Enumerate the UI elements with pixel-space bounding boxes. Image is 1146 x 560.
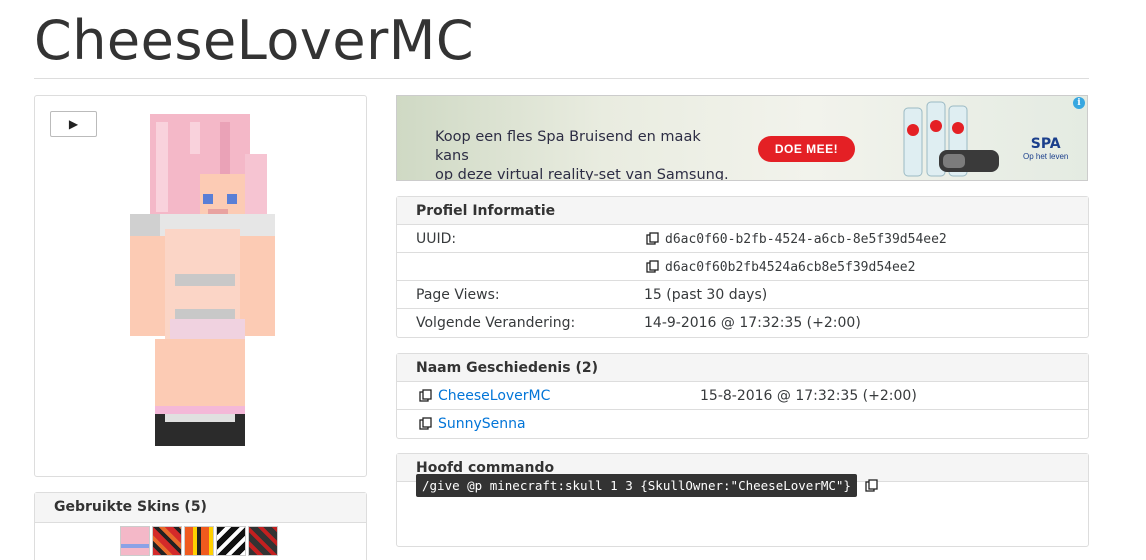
ad-product-image	[903, 101, 999, 177]
info-value: d6ac0f60b2fb4524a6cb8e5f39d54ee2	[646, 259, 915, 275]
copy-icon[interactable]	[646, 260, 659, 273]
play-icon: ▶	[68, 117, 79, 131]
skin-thumbnail[interactable]	[120, 526, 150, 556]
ad-logo-text: SPA	[1030, 136, 1061, 152]
ad-banner[interactable]: Koop een fles Spa Bruisend en maak kans …	[396, 95, 1088, 181]
page-views-value: 15 (past 30 days)	[644, 287, 768, 303]
info-label: Page Views:	[416, 287, 500, 303]
page-title: CheeseLoverMC	[34, 9, 475, 72]
name-history-header: Naam Geschiedenis (2)	[397, 354, 1088, 382]
copy-icon[interactable]	[419, 417, 432, 430]
name-history-row: SunnySenna	[397, 410, 1088, 438]
uuid-value[interactable]: d6ac0f60-b2fb-4524-a6cb-8e5f39d54ee2	[665, 232, 947, 247]
used-skins-header: Gebruikte Skins (5)	[35, 493, 366, 523]
skin-thumbnail[interactable]	[216, 526, 246, 556]
profile-info-header: Profiel Informatie	[397, 197, 1088, 225]
command-line: /give @p minecraft:skull 1 3 {SkullOwner…	[416, 474, 884, 497]
copy-icon[interactable]	[646, 232, 659, 245]
name-link[interactable]: CheeseLoverMC	[438, 388, 550, 404]
skin-thumbnail[interactable]	[152, 526, 182, 556]
skin-viewer: ▶	[34, 95, 367, 477]
info-row: Volgende Verandering: 14-9-2016 @ 17:32:…	[397, 309, 1088, 337]
next-change-value: 14-9-2016 @ 17:32:35 (+2:00)	[644, 315, 861, 331]
ad-info-icon[interactable]: i	[1073, 97, 1085, 109]
skin-render[interactable]	[130, 114, 275, 454]
copy-icon[interactable]	[419, 389, 432, 402]
profile-info-panel: Profiel Informatie UUID: d6ac0f60-b2fb-4…	[396, 196, 1089, 338]
name-link[interactable]: SunnySenna	[438, 416, 526, 432]
info-label: UUID:	[416, 231, 457, 247]
play-button[interactable]: ▶	[50, 111, 97, 137]
ad-cta-button[interactable]: DOE MEE!	[758, 136, 855, 162]
info-row: Page Views: 15 (past 30 days)	[397, 281, 1088, 309]
name-change-date: 15-8-2016 @ 17:32:35 (+2:00)	[700, 388, 917, 404]
info-value: d6ac0f60-b2fb-4524-a6cb-8e5f39d54ee2	[646, 231, 947, 247]
ad-text-line: Koop een fles Spa Bruisend en maak kans	[435, 129, 701, 164]
info-label: Volgende Verandering:	[416, 315, 576, 331]
ad-text-line: op deze virtual reality-set van Samsung.	[435, 167, 729, 181]
info-row: UUID: d6ac0f60-b2fb-4524-a6cb-8e5f39d54e…	[397, 225, 1088, 253]
ad-brand-logo: SPA Op het leven	[1023, 136, 1068, 161]
name-entry: CheeseLoverMC	[419, 388, 550, 404]
copy-icon[interactable]	[865, 479, 878, 492]
skins-list	[120, 526, 278, 556]
skin-thumbnail[interactable]	[248, 526, 278, 556]
uuid-short-value[interactable]: d6ac0f60b2fb4524a6cb8e5f39d54ee2	[665, 260, 915, 275]
command-code[interactable]: /give @p minecraft:skull 1 3 {SkullOwner…	[416, 474, 857, 497]
used-skins-panel: Gebruikte Skins (5)	[34, 492, 367, 560]
name-history-row: CheeseLoverMC 15-8-2016 @ 17:32:35 (+2:0…	[397, 382, 1088, 410]
skin-thumbnail[interactable]	[184, 526, 214, 556]
title-divider	[34, 78, 1089, 79]
head-command-panel: Hoofd commando /give @p minecraft:skull …	[396, 453, 1089, 547]
ad-text: Koop een fles Spa Bruisend en maak kans …	[435, 128, 735, 181]
info-row: d6ac0f60b2fb4524a6cb8e5f39d54ee2	[397, 253, 1088, 281]
name-entry: SunnySenna	[419, 416, 526, 432]
ad-logo-tagline: Op het leven	[1023, 152, 1069, 161]
name-history-panel: Naam Geschiedenis (2) CheeseLoverMC 15-8…	[396, 353, 1089, 439]
